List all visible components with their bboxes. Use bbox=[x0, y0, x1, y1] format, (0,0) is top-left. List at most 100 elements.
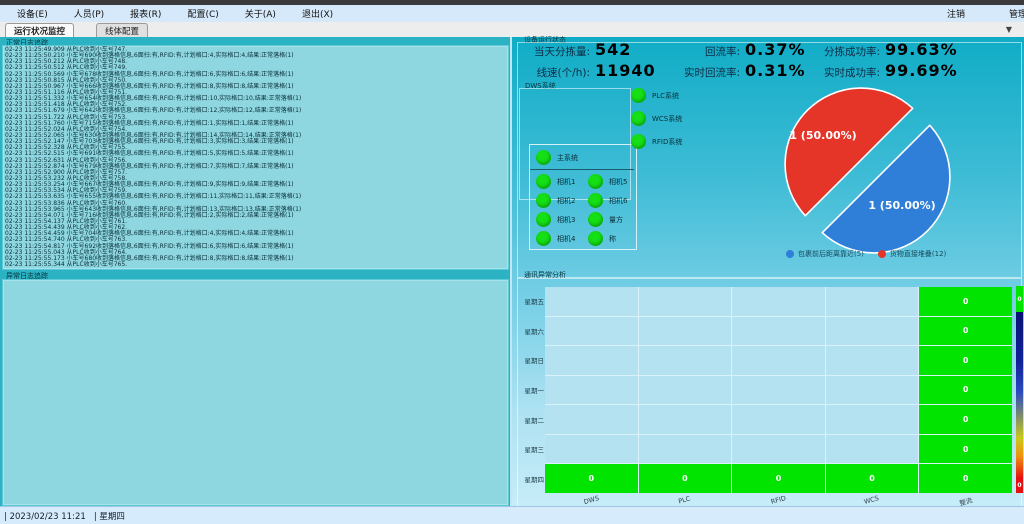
stat-label: 线速(个/h): bbox=[518, 65, 590, 80]
heatmap-cell bbox=[545, 317, 638, 346]
heatmap-cell bbox=[639, 405, 732, 434]
external-system-item: WCS系统 bbox=[631, 109, 682, 128]
normal-log-box[interactable]: 02-23 11:25:49.909 从PLC收到小车号747.02-23 11… bbox=[2, 45, 509, 270]
heatmap-row-label: 星期三 bbox=[514, 435, 544, 464]
heatmap-cell bbox=[826, 405, 919, 434]
status-light-icon bbox=[631, 111, 646, 126]
normal-log-list: 02-23 11:25:49.909 从PLC收到小车号747.02-23 11… bbox=[3, 46, 508, 269]
heatmap-row-label: 星期二 bbox=[514, 405, 544, 434]
dws-device-grid: 相机1 相机5 相机2 相机6 相机3 量方相机4称 bbox=[536, 172, 634, 248]
status-light-icon bbox=[536, 212, 551, 227]
status-light-icon bbox=[588, 193, 603, 208]
heatmap-row-label: 星期六 bbox=[514, 317, 544, 346]
menu-item[interactable]: 报表(R) bbox=[117, 7, 174, 20]
heatmap-cell: 0 bbox=[919, 376, 1012, 405]
status-light-icon bbox=[536, 193, 551, 208]
dws-device-label: 相机2 bbox=[557, 196, 575, 206]
heatmap-cell bbox=[732, 376, 825, 405]
status-datetime: | 2023/02/23 11:21 | 星期四 bbox=[4, 510, 125, 522]
dws-main-label: 主系统 bbox=[557, 153, 578, 163]
dws-device-item: 相机4 bbox=[536, 229, 588, 248]
menu-item[interactable]: 人员(P) bbox=[61, 7, 117, 20]
exception-pie-chart: 1 (50.00%) 1 (50.00%) bbox=[764, 82, 976, 254]
stat-label: 分拣成功率: bbox=[804, 44, 880, 59]
stat-value: 11940 bbox=[595, 61, 656, 80]
log-panel: 正常日志追踪 02-23 11:25:49.909 从PLC收到小车号747.0… bbox=[0, 37, 510, 506]
external-system-item: RFID系统 bbox=[631, 132, 682, 151]
heatmap-cell bbox=[826, 435, 919, 464]
dws-device-label: 相机3 bbox=[557, 215, 575, 225]
dws-device-item: 相机5 bbox=[588, 172, 634, 191]
pie-slice-label: 1 (50.00%) bbox=[789, 129, 856, 142]
colorbar-min-segment: 0 bbox=[1016, 478, 1023, 493]
heatmap-cell: 0 bbox=[919, 317, 1012, 346]
stat-col-reflow: 回流率: 0.37% 实时回流率: 0.31% bbox=[664, 40, 806, 82]
stat-label: 当天分拣量: bbox=[518, 44, 590, 59]
abnormal-log-box[interactable] bbox=[2, 279, 509, 506]
menu-right-items: 注销 管理 bbox=[934, 5, 1024, 22]
stat-value: 542 bbox=[595, 40, 631, 59]
heatmap-cell: 0 bbox=[919, 346, 1012, 375]
log-line: 02-23 11:25:55.344 从PLC收到小车号765. bbox=[5, 262, 506, 268]
tab-run-status-monitor[interactable]: 运行状况监控 bbox=[5, 23, 74, 37]
menu-right-item[interactable]: 注销 bbox=[934, 7, 978, 20]
status-light-icon bbox=[588, 174, 603, 189]
stat-col-success: 分拣成功率: 99.63% 实时成功率: 99.69% bbox=[804, 40, 958, 82]
heatmap-cell bbox=[826, 346, 919, 375]
menu-item[interactable]: 设备(E) bbox=[4, 7, 61, 20]
pie-legend-label: 货物直接堆叠(12) bbox=[890, 249, 946, 259]
heatmap-cell bbox=[732, 435, 825, 464]
heatmap-row-label: 星期五 bbox=[514, 287, 544, 316]
heatmap-row-label: 星期四 bbox=[514, 464, 544, 493]
stat-label: 实时回流率: bbox=[664, 65, 740, 80]
dws-device-item: 量方 bbox=[588, 210, 634, 229]
menu-item[interactable]: 关于(A) bbox=[232, 7, 289, 20]
menu-bar: 设备(E)人员(P)报表(R)配置(C)关于(A)退出(X) 注销 管理 bbox=[0, 5, 1024, 23]
menu-item[interactable]: 配置(C) bbox=[174, 7, 231, 20]
dws-device-label: 量方 bbox=[609, 215, 623, 225]
dws-main-system: 主系统 bbox=[536, 150, 578, 165]
heatmap-cell bbox=[732, 287, 825, 316]
heatmap-cell: 0 bbox=[919, 405, 1012, 434]
pie-legend-item[interactable]: 包裹前后距离靠近(5) bbox=[786, 249, 864, 259]
external-system-label: PLC系统 bbox=[652, 91, 679, 101]
menu-item[interactable]: 退出(X) bbox=[289, 7, 346, 20]
heatmap-cell bbox=[826, 287, 919, 316]
colorbar-zero-segment: 0 bbox=[1016, 286, 1023, 312]
dws-device-item: 相机6 bbox=[588, 191, 634, 210]
heatmap-x-labels: DWSPLCRFIDWCS整流 bbox=[545, 496, 1012, 506]
status-light-icon bbox=[536, 231, 551, 246]
dws-group-box: 主系统 相机1相机5相机2相机6相机3量方相机4称 bbox=[519, 88, 631, 200]
pie-legend: 包裹前后距离靠近(5) 货物直接堆叠(12) bbox=[786, 249, 946, 259]
pie-legend-item[interactable]: 货物直接堆叠(12) bbox=[878, 249, 946, 259]
dws-device-item: 相机1 bbox=[536, 172, 588, 191]
heatmap-cell bbox=[545, 376, 638, 405]
stat-value: 0.31% bbox=[745, 61, 806, 80]
dws-device-label: 相机5 bbox=[609, 177, 627, 187]
stat-label: 回流率: bbox=[664, 44, 740, 59]
heatmap-cell: 0 bbox=[919, 435, 1012, 464]
dws-device-label: 相机1 bbox=[557, 177, 575, 187]
stat-value: 99.69% bbox=[885, 61, 958, 80]
pie-slice-label: 1 (50.00%) bbox=[868, 199, 935, 212]
stat-value: 99.63% bbox=[885, 40, 958, 59]
status-light-icon bbox=[536, 150, 551, 165]
tab-line-config[interactable]: 线体配置 bbox=[96, 23, 148, 37]
stat-label: 实时成功率: bbox=[804, 65, 880, 80]
dws-inner-box: 主系统 相机1 相机5 相机2 相机6 相机3 量方相机4称 bbox=[529, 144, 637, 250]
legend-dot-icon bbox=[878, 250, 886, 258]
dws-device-item: 称 bbox=[588, 229, 634, 248]
dws-separator bbox=[530, 169, 634, 170]
status-light-icon bbox=[588, 231, 603, 246]
status-light-icon bbox=[588, 212, 603, 227]
heatmap-cell bbox=[545, 287, 638, 316]
external-system-label: WCS系统 bbox=[652, 114, 682, 124]
heatmap-cell bbox=[639, 317, 732, 346]
chevron-down-icon[interactable]: ▼ bbox=[1006, 24, 1012, 35]
heatmap-row-label: 星期日 bbox=[514, 346, 544, 375]
menu-right-item[interactable]: 管理 bbox=[996, 7, 1024, 20]
menu-items: 设备(E)人员(P)报表(R)配置(C)关于(A)退出(X) bbox=[4, 5, 346, 22]
stat-value: 0.37% bbox=[745, 40, 806, 59]
heatmap-row-label: 星期一 bbox=[514, 376, 544, 405]
heatmap-cell bbox=[732, 346, 825, 375]
